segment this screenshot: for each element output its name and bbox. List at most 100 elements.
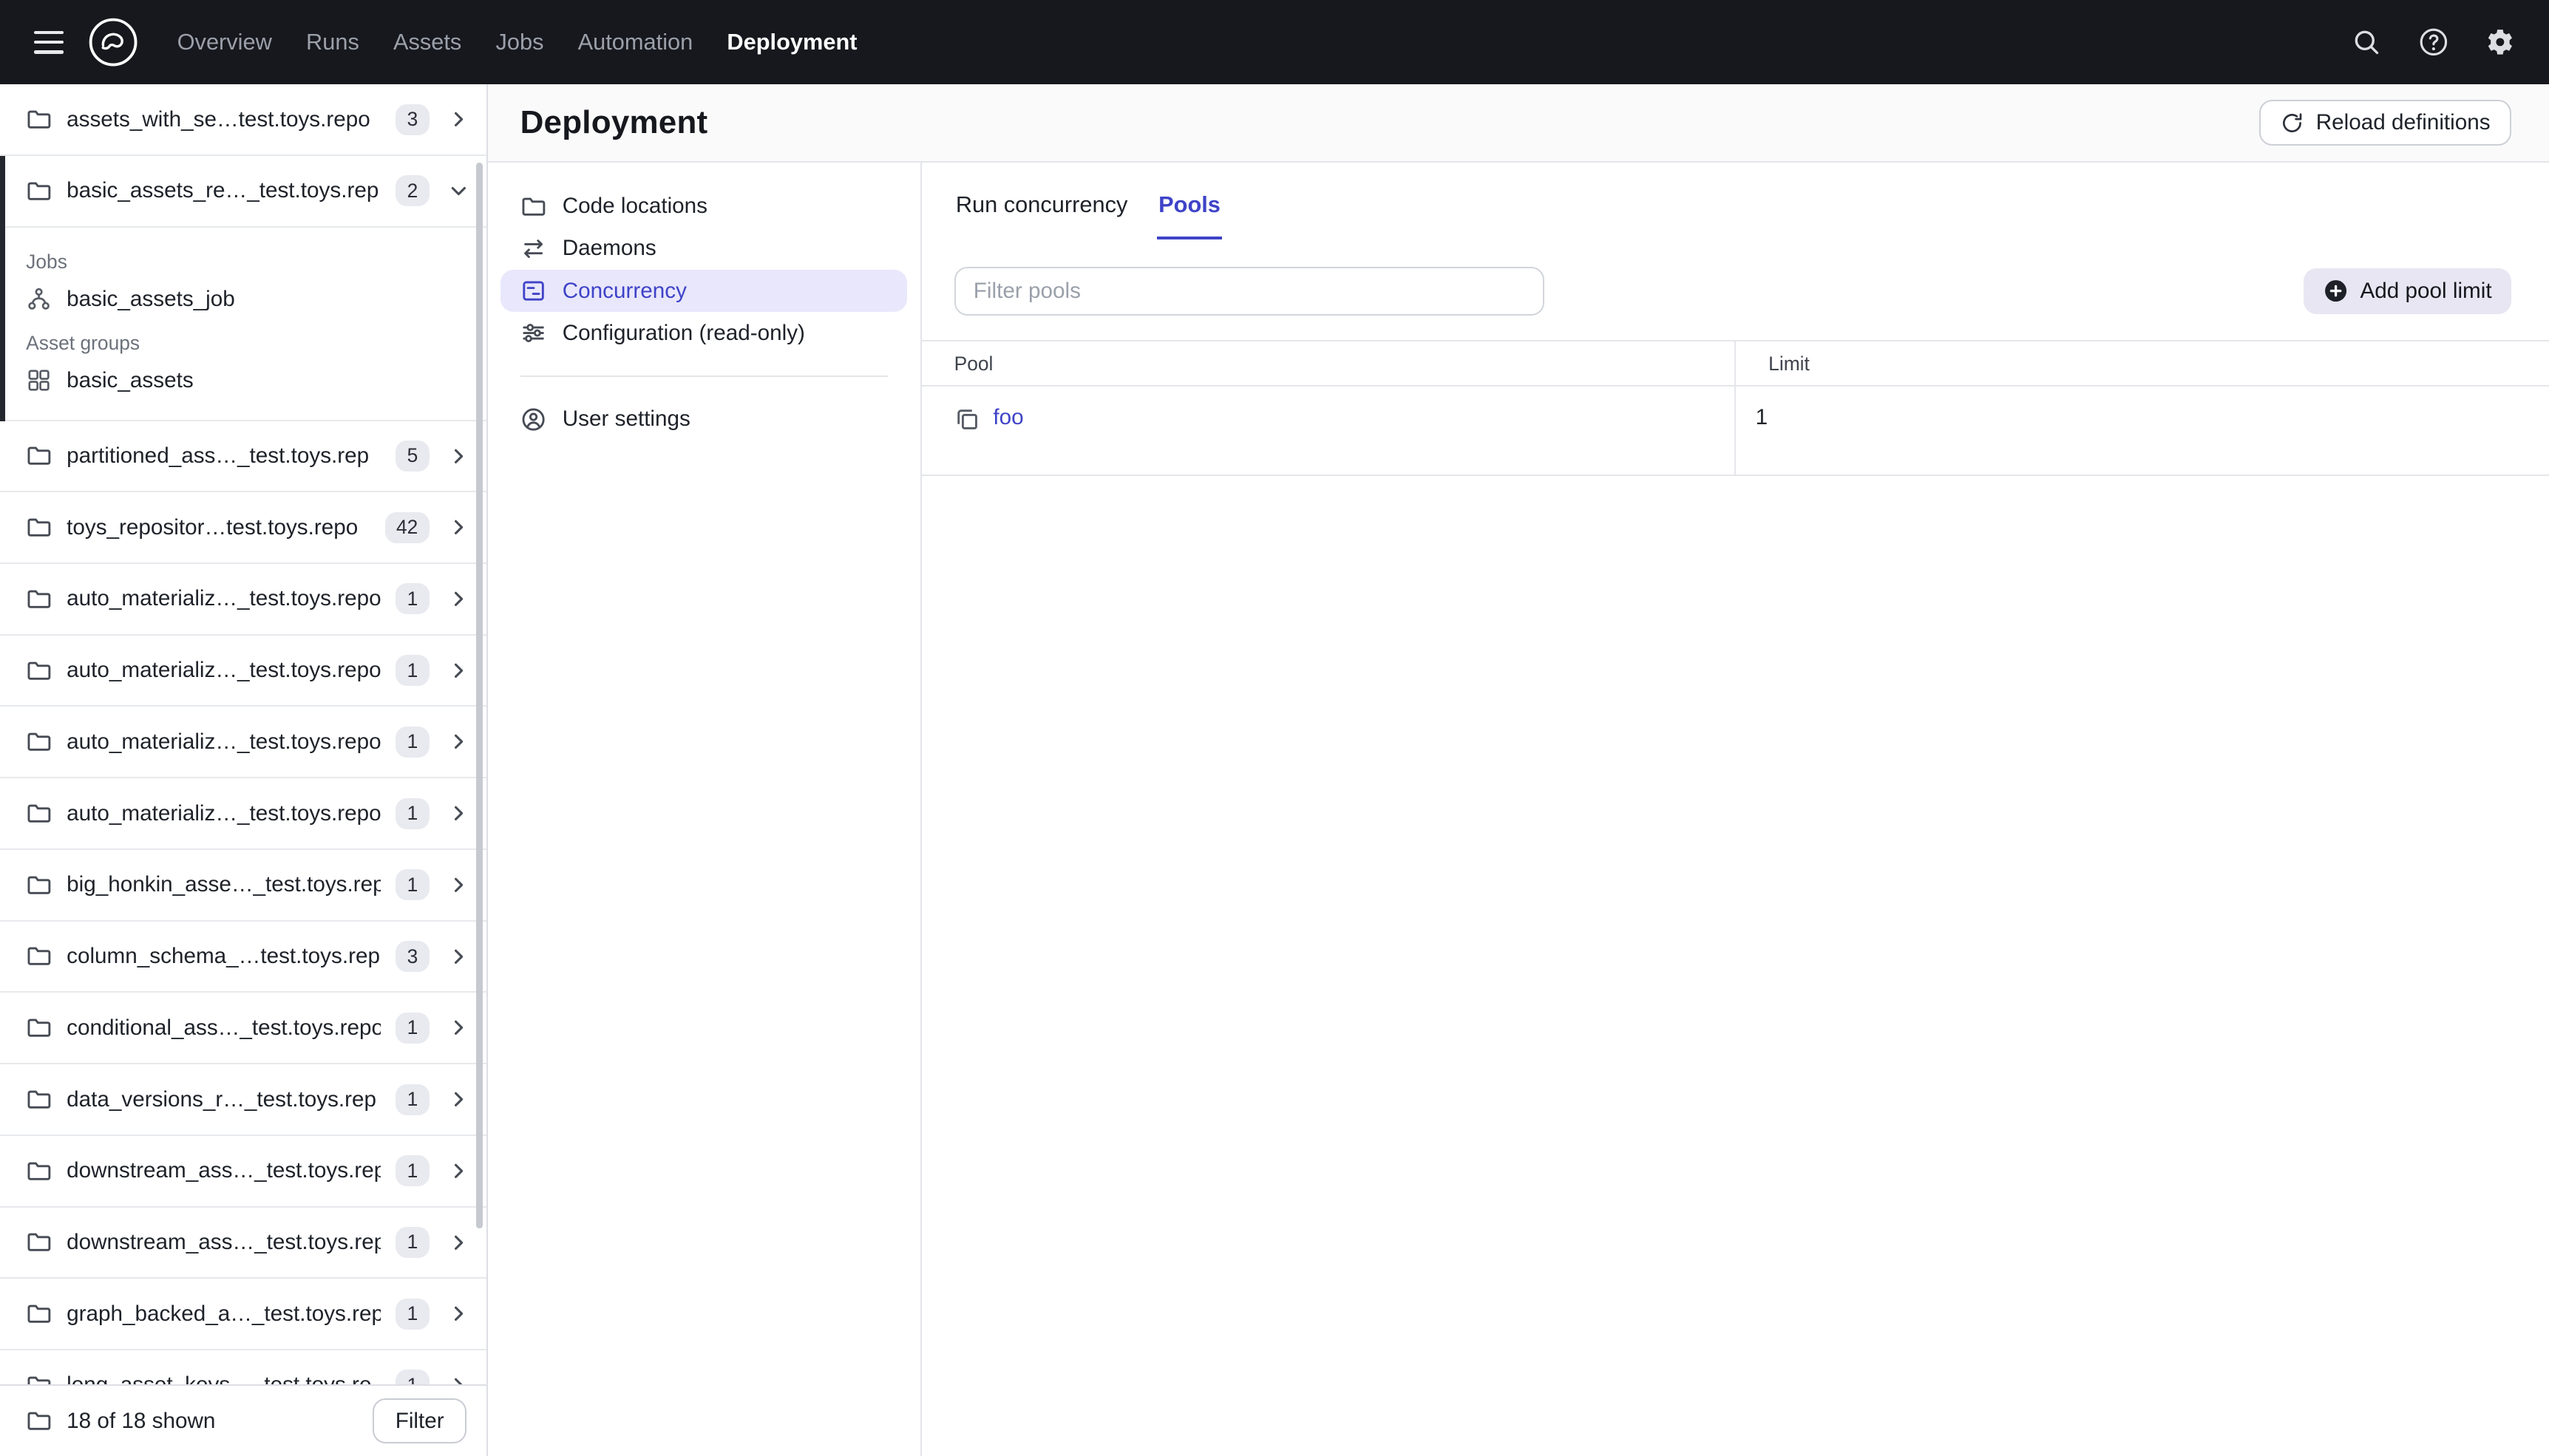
code-location-row[interactable]: basic_assets_re…_test.toys.rep 2 (0, 156, 486, 228)
daemons-icon (520, 236, 546, 262)
concurrency-icon (520, 278, 546, 304)
reload-definitions-button[interactable]: Reload definitions (2258, 100, 2511, 146)
code-location-sidebar: assets_with_se…test.toys.repo 3 basic_asse… (0, 84, 488, 1456)
folder-icon (26, 1408, 52, 1434)
job-item[interactable]: basic_assets_job (0, 279, 486, 319)
locations-shown-count: 18 of 18 shown (67, 1408, 216, 1433)
code-location-name: basic_assets_re…_test.toys.rep (67, 178, 379, 203)
code-location-row[interactable]: auto_materializ…_test.toys.repo 1 (0, 778, 486, 850)
add-pool-limit-label: Add pool limit (2360, 278, 2492, 303)
deployment-subnav: Code locations Daemons Concurrency Configur… (488, 162, 922, 1456)
pool-icon (954, 406, 980, 432)
sidebar-filter-button[interactable]: Filter (373, 1398, 467, 1444)
asset-groups-section-label: Asset groups (26, 331, 140, 354)
chevron-right-icon (447, 659, 470, 682)
topnav-links: Overview Runs Assets Jobs Automation Deployme… (174, 22, 861, 62)
folder-icon (26, 586, 52, 612)
asset-count-badge: 5 (396, 440, 430, 472)
asset-count-badge: 1 (396, 797, 430, 829)
settings-gear-icon[interactable] (2477, 19, 2523, 65)
code-location-row[interactable]: downstream_ass…_test.toys.rep 1 (0, 1135, 486, 1208)
code-location-row[interactable]: long_asset_keys…_test.toys.re 1 (0, 1350, 486, 1385)
chevron-right-icon (447, 108, 470, 131)
menu-icon[interactable] (26, 19, 72, 65)
code-location-row[interactable]: partitioned_ass…_test.toys.rep 5 (0, 421, 486, 493)
asset-count-badge: 1 (396, 1012, 430, 1044)
nav-link-jobs[interactable]: Jobs (492, 22, 547, 62)
folder-icon (26, 178, 52, 204)
subnav-item-user-settings[interactable]: User settings (500, 398, 907, 440)
code-location-row[interactable]: auto_materializ…_test.toys.repo 1 (0, 564, 486, 636)
folder-icon (26, 658, 52, 684)
filter-pools-input[interactable] (954, 266, 1544, 316)
chevron-down-icon (447, 180, 470, 203)
code-location-row[interactable]: big_honkin_asse…_test.toys.rep 1 (0, 849, 486, 922)
folder-icon (520, 194, 546, 220)
concurrency-tabs: Run concurrency Pools (922, 171, 2549, 239)
code-location-row[interactable]: downstream_ass…_test.toys.rep 1 (0, 1207, 486, 1279)
asset-group-name: basic_assets (67, 367, 194, 392)
folder-icon (26, 514, 52, 540)
column-header-limit: Limit (1768, 353, 1810, 375)
code-location-name: auto_materializ…_test.toys.repo (67, 658, 381, 683)
chevron-right-icon (447, 516, 470, 539)
chevron-right-icon (447, 1302, 470, 1325)
chevron-right-icon (447, 588, 470, 610)
code-location-name: downstream_ass…_test.toys.rep (67, 1229, 381, 1254)
sidebar-scrollbar[interactable] (476, 162, 483, 1229)
reload-definitions-label: Reload definitions (2315, 110, 2491, 135)
code-location-row[interactable]: graph_backed_a…_test.toys.repo 1 (0, 1279, 486, 1351)
subnav-item-label: Daemons (562, 236, 656, 261)
code-location-row[interactable]: column_schema_…test.toys.rep 3 (0, 921, 486, 993)
code-location-row[interactable]: conditional_ass…_test.toys.repo 1 (0, 993, 486, 1065)
subnav-item-configuration-read-only[interactable]: Configuration (read-only) (500, 312, 907, 354)
code-location-list: assets_with_se…test.toys.repo 3 basic_asse… (0, 84, 486, 1385)
chevron-right-icon (447, 1374, 470, 1385)
nav-link-assets[interactable]: Assets (390, 22, 465, 62)
column-header-pool: Pool (922, 341, 1737, 386)
chevron-right-icon (447, 1160, 470, 1183)
chevron-right-icon (447, 874, 470, 897)
help-icon[interactable] (2411, 19, 2457, 65)
tab-run-concurrency[interactable]: Run concurrency (954, 171, 1130, 239)
pool-table-header: Pool Limit (921, 339, 2549, 387)
code-location-detail: Jobs basic_assets_job Asset groups basic_as… (0, 227, 486, 421)
chevron-right-icon (447, 730, 470, 753)
chevron-right-icon (447, 802, 470, 825)
config-icon (520, 320, 546, 346)
asset-count-badge: 3 (396, 103, 430, 135)
folder-icon (26, 1158, 52, 1184)
nav-link-runs[interactable]: Runs (303, 22, 363, 62)
dagster-logo-icon[interactable] (88, 17, 138, 67)
subnav-item-code-locations[interactable]: Code locations (500, 186, 907, 228)
nav-link-automation[interactable]: Automation (574, 22, 696, 62)
asset-count-badge: 1 (396, 1370, 430, 1385)
asset-count-badge: 42 (384, 511, 430, 543)
pool-cell: foo (922, 387, 1737, 475)
main-content: Deployment Reload definitions Code locat… (487, 84, 2549, 1456)
code-location-name: downstream_ass…_test.toys.rep (67, 1158, 381, 1183)
subnav-item-daemons[interactable]: Daemons (500, 228, 907, 270)
plus-circle-icon (2323, 278, 2349, 304)
code-location-row[interactable]: data_versions_r…_test.toys.rep 1 (0, 1064, 486, 1136)
pool-table-body: foo 1 (921, 387, 2549, 477)
subnav-item-concurrency[interactable]: Concurrency (500, 269, 908, 313)
search-icon[interactable] (2344, 19, 2390, 65)
tab-pools[interactable]: Pools (1156, 171, 1223, 239)
pool-table-row: foo 1 (921, 387, 2549, 477)
folder-icon (26, 1372, 52, 1385)
nav-link-overview[interactable]: Overview (174, 22, 275, 62)
code-location-row[interactable]: assets_with_se…test.toys.repo 3 (0, 84, 486, 157)
code-location-row[interactable]: toys_repositor…test.toys.repo 42 (0, 492, 486, 565)
top-navigation-bar: Overview Runs Assets Jobs Automation Deployme… (0, 0, 2549, 85)
page-header: Deployment Reload definitions (487, 84, 2549, 163)
asset-group-item[interactable]: basic_assets (0, 361, 486, 400)
pool-link[interactable]: foo (993, 405, 1023, 430)
nav-link-deployment[interactable]: Deployment (724, 22, 861, 62)
code-location-name: long_asset_keys…_test.toys.re (67, 1372, 381, 1384)
expanded-code-location: basic_assets_re…_test.toys.rep 2 Jobs basic… (0, 156, 486, 421)
code-location-row[interactable]: auto_materializ…_test.toys.repo 1 (0, 707, 486, 779)
chevron-right-icon (447, 1016, 470, 1039)
add-pool-limit-button[interactable]: Add pool limit (2303, 268, 2511, 314)
code-location-row[interactable]: auto_materializ…_test.toys.repo 1 (0, 635, 486, 707)
